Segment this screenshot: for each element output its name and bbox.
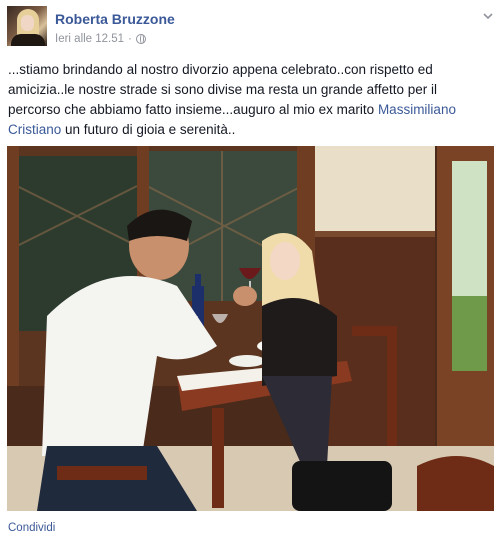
share-link[interactable]: Condividi [8,522,55,534]
author-avatar[interactable] [7,6,47,46]
post-text-main: ...stiamo brindando al nostro divorzio a… [8,62,437,117]
post-meta: Ieri alle 12.51 · [55,33,146,45]
post-text-end: un futuro di gioia e serenità.. [61,122,236,137]
post-photo[interactable] [7,146,494,511]
avatar-coat [11,34,45,46]
chevron-down-icon[interactable] [482,10,494,22]
post-timestamp-link[interactable]: Ieri alle 12.51 [55,33,124,45]
globe-icon[interactable] [135,34,146,44]
facebook-post: Roberta Bruzzone Ieri alle 12.51 · ...st… [0,0,502,543]
meta-separator: · [128,33,132,45]
avatar-face [21,15,34,31]
post-text: ...stiamo brindando al nostro divorzio a… [8,60,492,140]
author-name-link[interactable]: Roberta Bruzzone [55,11,175,27]
